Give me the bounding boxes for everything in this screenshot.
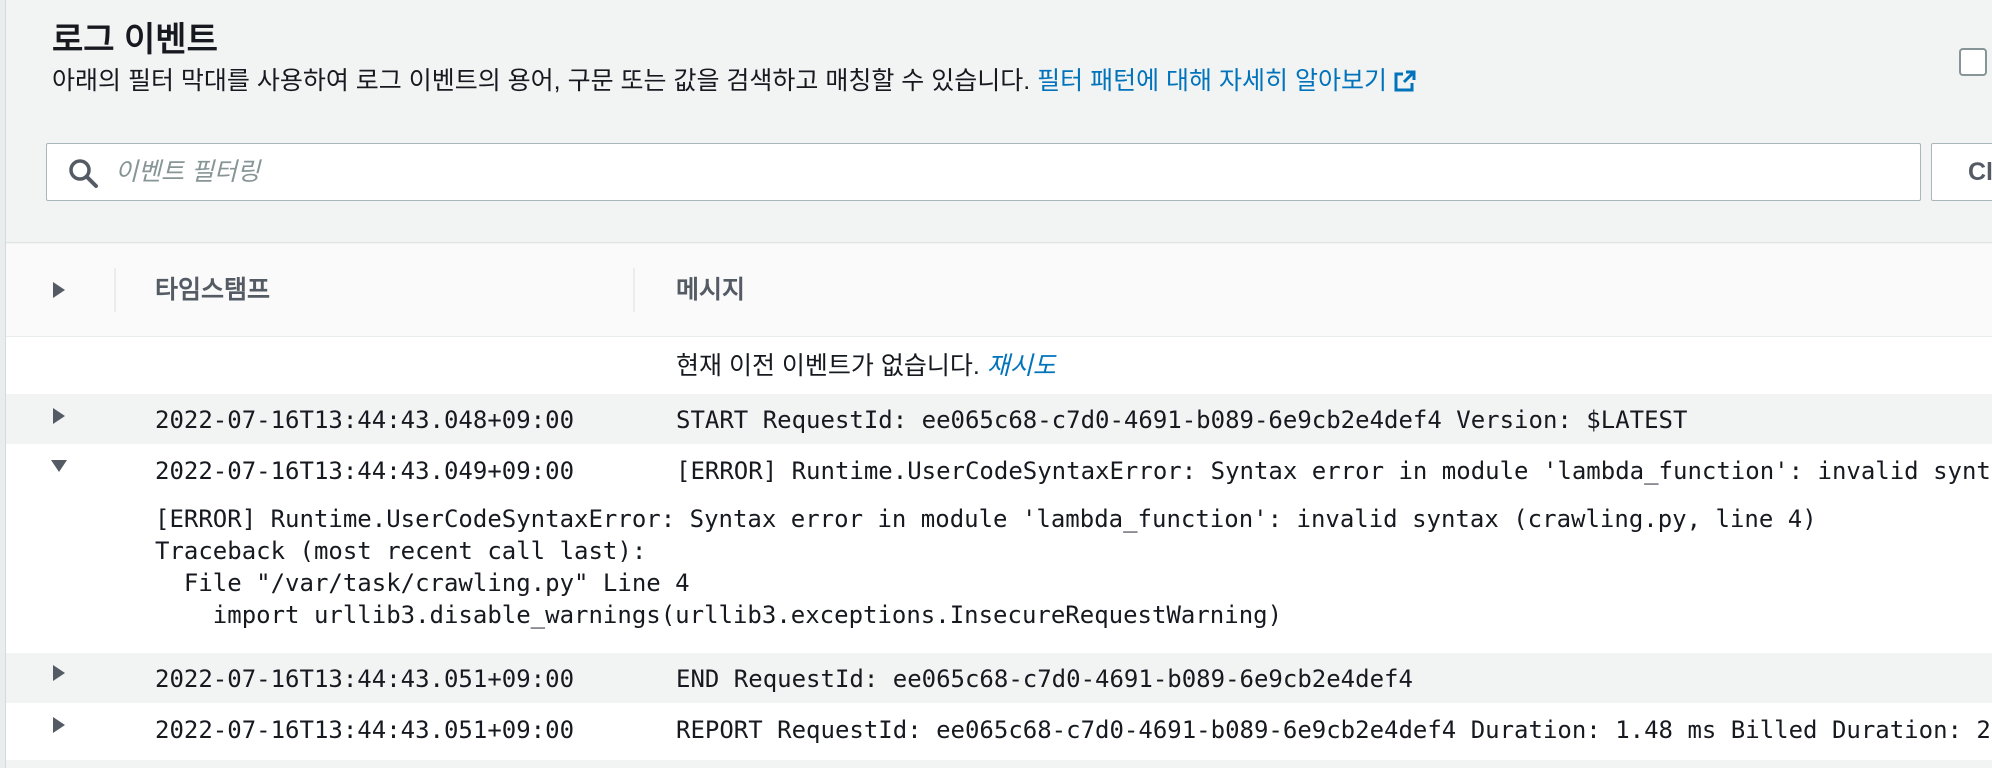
log-event-row[interactable]: 2022-07-16T13:44:43.051+09:00 REPORT Req… xyxy=(6,703,1992,760)
event-timestamp: 2022-07-16T13:44:43.048+09:00 xyxy=(155,406,575,434)
display-setting-checkbox[interactable] xyxy=(1959,48,1987,76)
filter-pattern-learn-more-link[interactable]: 필터 패턴에 대해 자세히 알아보기 xyxy=(1037,67,1417,95)
description-text: 아래의 필터 막대를 사용하여 로그 이벤트의 용어, 구문 또는 값을 검색하… xyxy=(52,67,1031,95)
column-header-message[interactable]: 메시지 xyxy=(676,272,745,308)
event-timestamp: 2022-07-16T13:44:43.051+09:00 xyxy=(155,716,575,744)
expand-all-toggle-icon[interactable] xyxy=(50,281,68,299)
page-title: 로그 이벤트 xyxy=(52,21,218,59)
header-description: 아래의 필터 막대를 사용하여 로그 이벤트의 용어, 구문 또는 값을 검색하… xyxy=(52,64,1417,98)
list-bottom-border xyxy=(6,760,1992,768)
caret-right-icon[interactable] xyxy=(50,716,68,734)
event-timestamp: 2022-07-16T13:44:43.051+09:00 xyxy=(155,665,575,693)
detail-line: Traceback (most recent call last): xyxy=(155,537,647,565)
column-separator[interactable] xyxy=(633,268,635,312)
column-separator[interactable] xyxy=(114,268,116,312)
event-message: START RequestId: ee065c68-c7d0-4691-b089… xyxy=(676,406,1688,434)
event-timestamp: 2022-07-16T13:44:43.049+09:00 xyxy=(155,457,575,485)
empty-notice: 현재 이전 이벤트가 없습니다. 재시도 xyxy=(676,349,1056,383)
log-events-list: 현재 이전 이벤트가 없습니다. 재시도 2022-07-16T13:44:43… xyxy=(6,337,1992,768)
caret-right-icon[interactable] xyxy=(50,664,68,682)
event-filter-input[interactable] xyxy=(115,144,1895,200)
external-link-icon xyxy=(1394,70,1416,92)
empty-notice-row: 현재 이전 이벤트가 없습니다. 재시도 xyxy=(6,337,1992,394)
event-detail-text: [ERROR] Runtime.UserCodeSyntaxError: Syn… xyxy=(155,503,1817,631)
log-event-row[interactable]: 2022-07-16T13:44:43.051+09:00 END Reques… xyxy=(6,653,1992,703)
log-table-header: 타임스탬프 메시지 xyxy=(6,244,1992,337)
event-message: REPORT RequestId: ee065c68-c7d0-4691-b08… xyxy=(676,716,1991,744)
column-header-timestamp[interactable]: 타임스탬프 xyxy=(155,272,270,308)
event-message: END RequestId: ee065c68-c7d0-4691-b089-6… xyxy=(676,665,1413,693)
empty-notice-text: 현재 이전 이벤트가 없습니다. xyxy=(676,352,980,380)
event-detail-panel: [ERROR] Runtime.UserCodeSyntaxError: Syn… xyxy=(6,495,1992,640)
log-event-row-expanded[interactable]: 2022-07-16T13:44:43.049+09:00 [ERROR] Ru… xyxy=(6,444,1992,495)
detail-line: import urllib3.disable_warnings(urllib3.… xyxy=(155,601,1283,629)
caret-down-icon[interactable] xyxy=(50,457,68,475)
event-filter-box[interactable] xyxy=(46,143,1921,201)
learn-more-label: 필터 패턴에 대해 자세히 알아보기 xyxy=(1037,67,1387,95)
log-event-row[interactable]: 2022-07-16T13:44:43.048+09:00 START Requ… xyxy=(6,394,1992,444)
search-icon xyxy=(69,159,98,188)
clear-button[interactable]: Cl xyxy=(1931,143,1992,201)
detail-line: [ERROR] Runtime.UserCodeSyntaxError: Syn… xyxy=(155,505,1817,533)
retry-link[interactable]: 재시도 xyxy=(987,352,1056,380)
detail-line: File "/var/task/crawling.py" Line 4 xyxy=(155,569,690,597)
caret-right-icon[interactable] xyxy=(50,407,68,425)
log-events-header: 로그 이벤트 아래의 필터 막대를 사용하여 로그 이벤트의 용어, 구문 또는… xyxy=(6,0,1992,243)
event-message: [ERROR] Runtime.UserCodeSyntaxError: Syn… xyxy=(676,457,1992,485)
